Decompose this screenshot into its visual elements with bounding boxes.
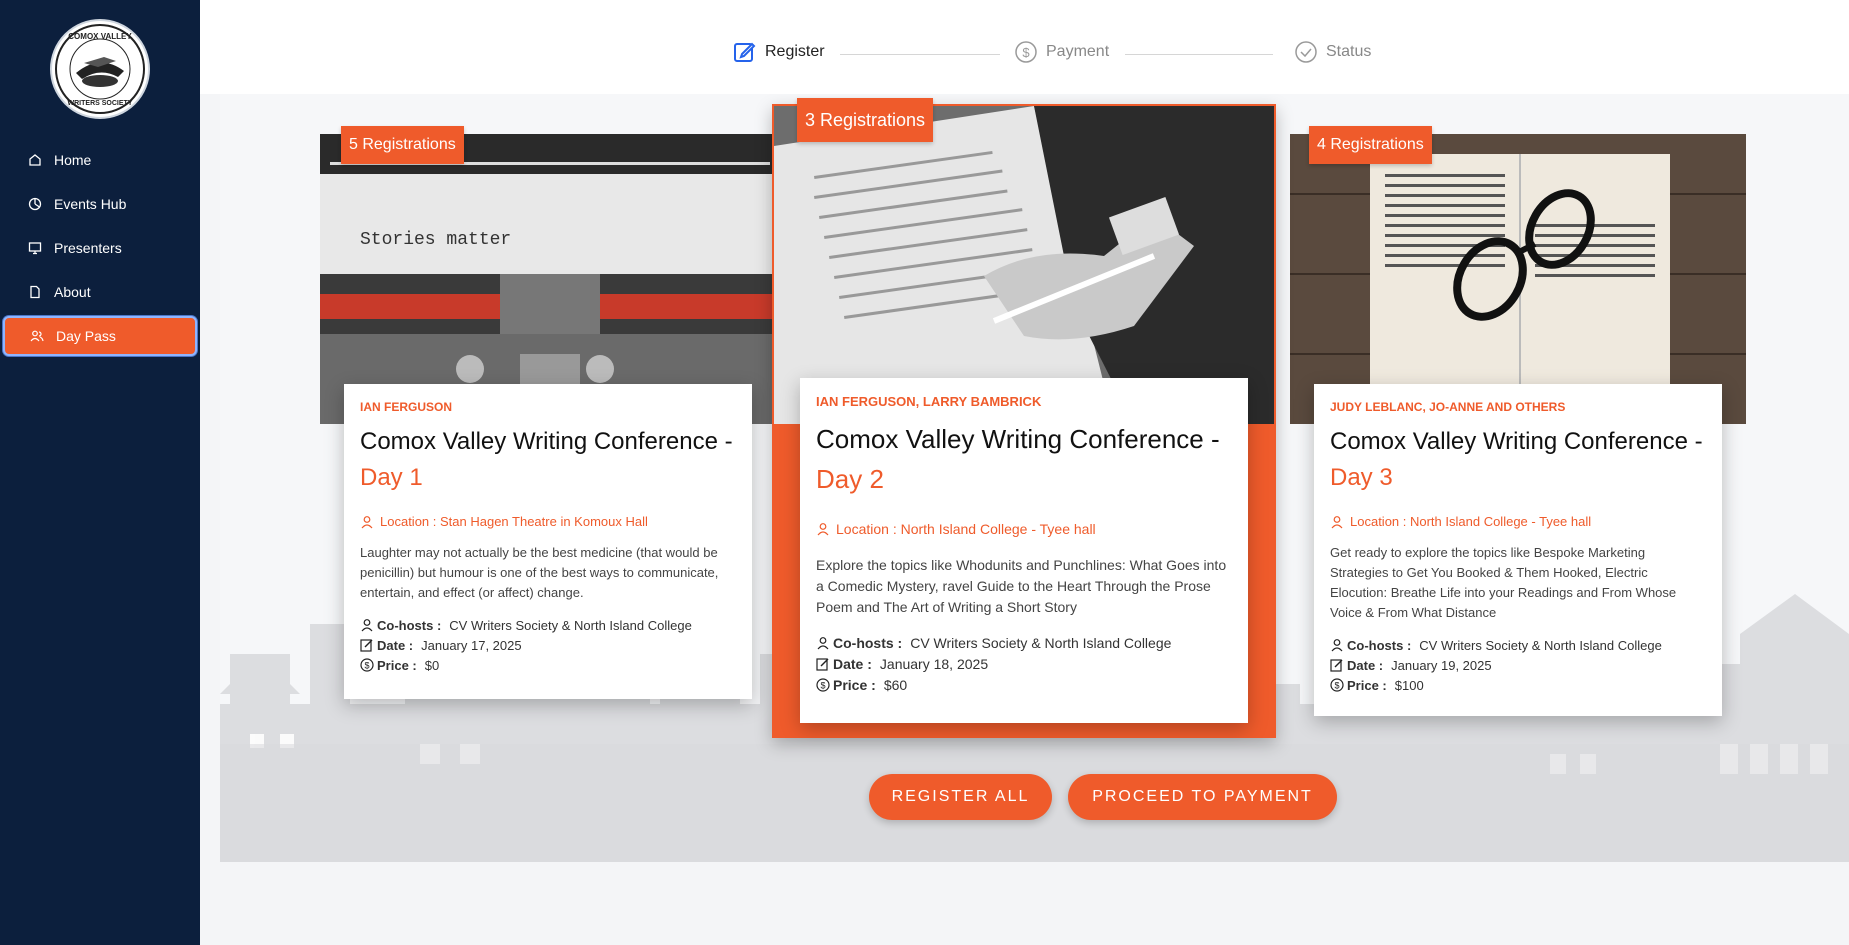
step-connector xyxy=(1125,54,1273,55)
presenter-names: IAN FERGUSON, LARRY BAMBRICK xyxy=(816,394,1042,409)
event-location: Location : Stan Hagen Theatre in Komoux … xyxy=(360,514,736,529)
proceed-to-payment-button[interactable]: PROCEED TO PAYMENT xyxy=(1068,774,1337,820)
svg-text:WRITERS SOCIETY: WRITERS SOCIETY xyxy=(68,100,133,107)
hand-writing-image xyxy=(774,106,1274,424)
sidebar-item-home[interactable]: Home xyxy=(3,140,197,180)
cohosts-row: Co-hosts : CV Writers Society & North Isl… xyxy=(816,632,1232,653)
dollar-icon: $ xyxy=(1014,40,1038,64)
event-day: Day 3 xyxy=(1330,464,1393,491)
user-icon xyxy=(816,636,830,650)
dollar-icon: $ xyxy=(816,677,830,692)
svg-text:$: $ xyxy=(1022,45,1030,60)
date-row: Date : January 17, 2025 xyxy=(360,635,736,655)
event-info-panel: IAN FERGUSON Comox Valley Writing Confer… xyxy=(344,384,752,699)
sidebar-item-about[interactable]: About xyxy=(3,272,197,312)
registration-count-badge: 4 Registrations xyxy=(1309,126,1432,164)
sidebar-item-label: Presenters xyxy=(54,240,122,256)
sidebar-item-day-pass[interactable]: Day Pass xyxy=(3,316,197,356)
open-book-glasses-image xyxy=(1290,134,1746,424)
check-circle-icon xyxy=(1294,40,1318,64)
price-row: $ Price : $100 xyxy=(1330,675,1706,695)
step-label: Payment xyxy=(1046,43,1110,60)
event-day: Day 2 xyxy=(816,464,884,494)
step-connector xyxy=(840,54,1000,55)
event-meta: Co-hosts : CV Writers Society & North Isl… xyxy=(360,615,736,675)
chart-pie-icon xyxy=(28,197,42,211)
sidebar-item-events-hub[interactable]: Events Hub xyxy=(3,184,197,224)
event-location: Location : North Island College - Tyee h… xyxy=(816,521,1232,537)
document-icon xyxy=(28,285,42,299)
event-description: Get ready to explore the topics like Bes… xyxy=(1330,545,1677,620)
date-row: Date : January 19, 2025 xyxy=(1330,655,1706,675)
step-register[interactable]: Register xyxy=(733,40,825,64)
event-card-day-2[interactable]: 3 Registrations IAN FERGUSON, LARRY BAMB… xyxy=(772,98,1276,738)
step-label: Register xyxy=(765,43,825,60)
typewriter-image: Stories matter xyxy=(320,134,780,424)
presenter-names: JUDY LEBLANC, JO-ANNE AND OTHERS xyxy=(1330,400,1566,414)
home-icon xyxy=(28,153,42,167)
svg-text:COMOX VALLEY: COMOX VALLEY xyxy=(68,32,132,41)
event-title: Comox Valley Writing Conference - Day 1 xyxy=(360,428,733,491)
sidebar-item-label: Day Pass xyxy=(56,328,116,344)
svg-text:Stories matter: Stories matter xyxy=(360,230,511,250)
cohosts-row: Co-hosts : CV Writers Society & North Isl… xyxy=(1330,635,1706,655)
logo-emblem-icon: COMOX VALLEY WRITERS SOCIETY xyxy=(55,24,145,114)
event-meta: Co-hosts : CV Writers Society & North Isl… xyxy=(1330,635,1706,695)
event-meta: Co-hosts : CV Writers Society & North Isl… xyxy=(816,632,1232,695)
edit-icon xyxy=(733,40,757,64)
event-description: Laughter may not actually be the best me… xyxy=(360,545,719,600)
event-description: Explore the topics like Whodunits and Pu… xyxy=(816,557,1227,615)
users-icon xyxy=(30,329,44,343)
registration-count-badge: 3 Registrations xyxy=(797,98,934,142)
price-row: $ Price : $0 xyxy=(360,655,736,675)
event-location: Location : North Island College - Tyee h… xyxy=(1330,514,1706,529)
sidebar-item-label: Home xyxy=(54,152,92,168)
event-card-day-3[interactable]: 4 Registrations JUDY LEBLANC, JO-ANNE AN… xyxy=(1290,126,1746,716)
presenter-names: IAN FERGUSON xyxy=(360,400,453,414)
user-icon xyxy=(1330,638,1344,652)
person-pin-icon xyxy=(1330,515,1344,529)
sidebar-item-label: About xyxy=(54,284,91,300)
event-info-panel: JUDY LEBLANC, JO-ANNE AND OTHERS Comox V… xyxy=(1314,384,1722,716)
event-card-day-1[interactable]: Stories matter 5 Registrations IAN FERGU… xyxy=(320,126,780,699)
edit-icon xyxy=(816,657,830,671)
svg-text:$: $ xyxy=(820,680,825,690)
person-pin-icon xyxy=(360,515,374,529)
edit-icon xyxy=(1330,658,1344,672)
price-row: $ Price : $60 xyxy=(816,674,1232,695)
society-logo[interactable]: COMOX VALLEY WRITERS SOCIETY xyxy=(50,19,150,119)
main-area: Register $ Payment Status Stories matter… xyxy=(200,0,1849,945)
cohosts-row: Co-hosts : CV Writers Society & North Isl… xyxy=(360,615,736,635)
day-pass-panel: Stories matter 5 Registrations IAN FERGU… xyxy=(220,94,1849,862)
sidebar-item-label: Events Hub xyxy=(54,196,127,212)
dollar-icon: $ xyxy=(1330,678,1344,692)
person-pin-icon xyxy=(816,522,830,536)
step-status[interactable]: Status xyxy=(1294,40,1371,64)
monitor-icon xyxy=(28,241,42,255)
registration-steps: Register $ Payment Status xyxy=(733,40,1593,70)
event-title: Comox Valley Writing Conference - Day 3 xyxy=(1330,428,1703,491)
event-day: Day 1 xyxy=(360,464,423,491)
edit-icon xyxy=(360,638,374,652)
step-payment[interactable]: $ Payment xyxy=(1014,40,1109,64)
step-label: Status xyxy=(1326,43,1372,60)
dollar-icon: $ xyxy=(360,658,374,672)
register-all-button[interactable]: REGISTER ALL xyxy=(869,774,1052,820)
date-row: Date : January 18, 2025 xyxy=(816,653,1232,674)
svg-text:$: $ xyxy=(1334,681,1339,691)
user-icon xyxy=(360,618,374,632)
sidebar-item-presenters[interactable]: Presenters xyxy=(3,228,197,268)
sidebar: COMOX VALLEY WRITERS SOCIETY Home Events… xyxy=(0,0,200,945)
registration-count-badge: 5 Registrations xyxy=(341,126,464,164)
event-info-panel: IAN FERGUSON, LARRY BAMBRICK Comox Valle… xyxy=(800,378,1248,723)
stepper-bar: Register $ Payment Status xyxy=(200,0,1849,94)
event-title: Comox Valley Writing Conference - Day 2 xyxy=(816,424,1220,494)
svg-text:$: $ xyxy=(364,661,369,671)
